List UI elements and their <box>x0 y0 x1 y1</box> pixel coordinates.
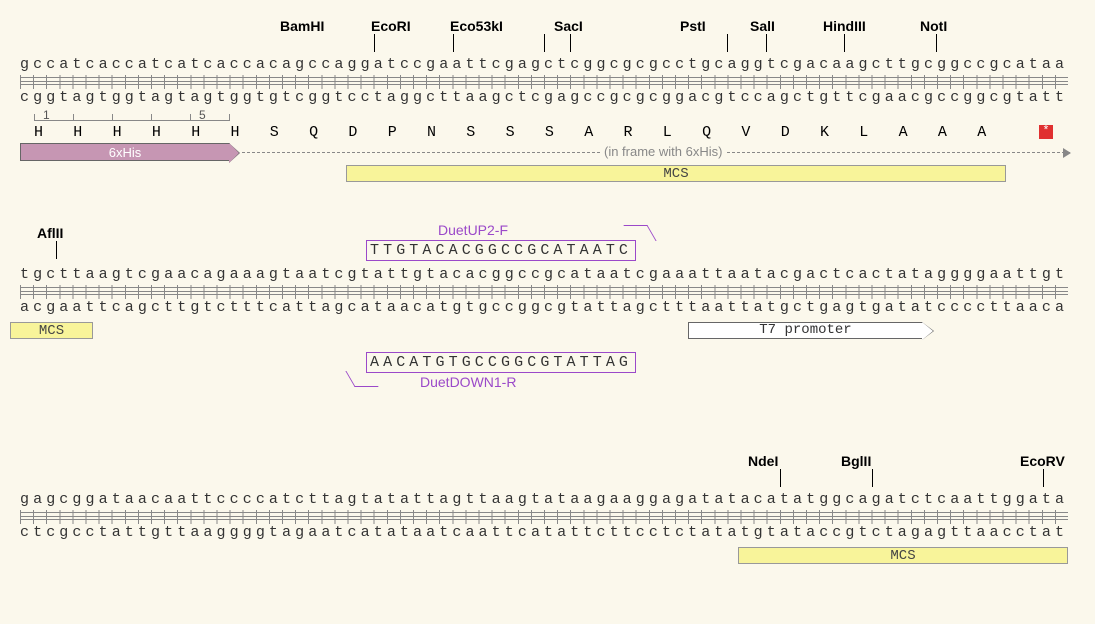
aa-residue: D <box>781 124 790 141</box>
enzyme-label: HindIII <box>823 18 866 34</box>
t7-promoter-feature: T7 promoter <box>688 322 923 339</box>
mcs-label: MCS <box>890 548 915 564</box>
aa-residue: A <box>899 124 908 141</box>
enzyme-label: NotI <box>920 18 947 34</box>
enzyme-tick <box>936 34 937 52</box>
enzyme-tick <box>544 34 545 52</box>
primer-rev-box: AACATGTGCCGGCGTATTAG <box>366 352 636 373</box>
aa-residue: D <box>348 124 357 141</box>
enzyme-tick <box>844 34 845 52</box>
his-tag-feature: 6xHis <box>20 143 230 161</box>
aa-residue: S <box>466 124 475 141</box>
mcs-feature: MCS <box>738 547 1068 564</box>
aa-residue: S <box>270 124 279 141</box>
enzyme-tick <box>780 469 781 487</box>
sequence-bottom: ctcgcctattgttaaggggtagaatcatataatcaattca… <box>20 524 1068 541</box>
aa-residue: R <box>624 124 633 141</box>
enzyme-tick <box>453 34 454 52</box>
enzyme-label: NdeI <box>748 453 778 469</box>
aa-residue: H <box>231 124 240 141</box>
aa-residue: A <box>977 124 986 141</box>
primer-fwd-label: DuetUP2-F <box>438 222 508 238</box>
mcs-label: MCS <box>663 166 688 182</box>
his-ruler-num: 1 <box>43 108 50 122</box>
aa-residue: H <box>73 124 82 141</box>
enzyme-label: BamHI <box>280 18 324 34</box>
enzyme-tick <box>374 34 375 52</box>
aa-residue: Q <box>309 124 318 141</box>
mcs-feature: MCS <box>346 165 1006 182</box>
aa-residue: L <box>663 124 672 141</box>
ruler <box>20 287 1068 295</box>
enzyme-label: BglII <box>841 453 871 469</box>
t7-label: T7 promoter <box>759 322 851 338</box>
primer-fwd-box: TTGTACACGGCCGCATAATC <box>366 240 636 261</box>
enzyme-tick <box>56 241 57 259</box>
aa-residue: H <box>152 124 161 141</box>
aa-residue: H <box>34 124 43 141</box>
sequence-bottom: acgaattcagcttgtctttcattagcataacatgtgccgg… <box>20 299 1068 316</box>
aa-residue: L <box>859 124 868 141</box>
stop-codon: * <box>1039 125 1053 139</box>
aa-residue: S <box>545 124 554 141</box>
aa-residue: H <box>191 124 200 141</box>
enzyme-tick <box>766 34 767 52</box>
aa-residue: Q <box>702 124 711 141</box>
ruler <box>20 512 1068 520</box>
primer-rev-label: DuetDOWN1-R <box>420 374 516 390</box>
aa-residue: A <box>938 124 947 141</box>
aa-residue: S <box>506 124 515 141</box>
enzyme-label: SacI <box>554 18 583 34</box>
mcs-label: MCS <box>39 323 64 339</box>
his-tag-label: 6xHis <box>109 145 142 160</box>
enzyme-label: Eco53kI <box>450 18 503 34</box>
aa-residue: N <box>427 124 436 141</box>
sequence-top: gccatcaccatcatcaccacagccaggatccgaattcgag… <box>20 56 1068 73</box>
primer-fwd-tail <box>623 225 656 241</box>
ruler <box>20 77 1068 85</box>
aa-residue: H <box>113 124 122 141</box>
sequence-top: tgcttaagtcgaacagaaagtaatcgtattgtacacggcc… <box>20 266 1068 283</box>
aa-residue: K <box>820 124 829 141</box>
enzyme-tick <box>872 469 873 487</box>
mcs-feature: MCS <box>10 322 93 339</box>
enzyme-label: EcoRI <box>371 18 411 34</box>
sequence-bottom: cggtagtggtagtagtggtgtcggtcctaggcttaagctc… <box>20 89 1068 106</box>
primer-rev-tail <box>345 371 378 387</box>
enzyme-label: SalI <box>750 18 775 34</box>
his-ruler-num: 5 <box>199 108 206 122</box>
enzyme-tick <box>1043 469 1044 487</box>
aa-residue: V <box>741 124 750 141</box>
enzyme-tick <box>570 34 571 52</box>
enzyme-label: PstI <box>680 18 706 34</box>
aa-residue: P <box>388 124 397 141</box>
enzyme-tick <box>727 34 728 52</box>
sequence-map: BamHI EcoRI Eco53kI SacI PstI SalI HindI… <box>0 0 1095 624</box>
enzyme-label: AflII <box>37 225 63 241</box>
sequence-top: gagcggataacaattccccatcttagtatattagttaagt… <box>20 491 1068 508</box>
enzyme-label: EcoRV <box>1020 453 1065 469</box>
aa-residue: A <box>584 124 593 141</box>
frame-label: (in frame with 6xHis) <box>600 144 726 159</box>
